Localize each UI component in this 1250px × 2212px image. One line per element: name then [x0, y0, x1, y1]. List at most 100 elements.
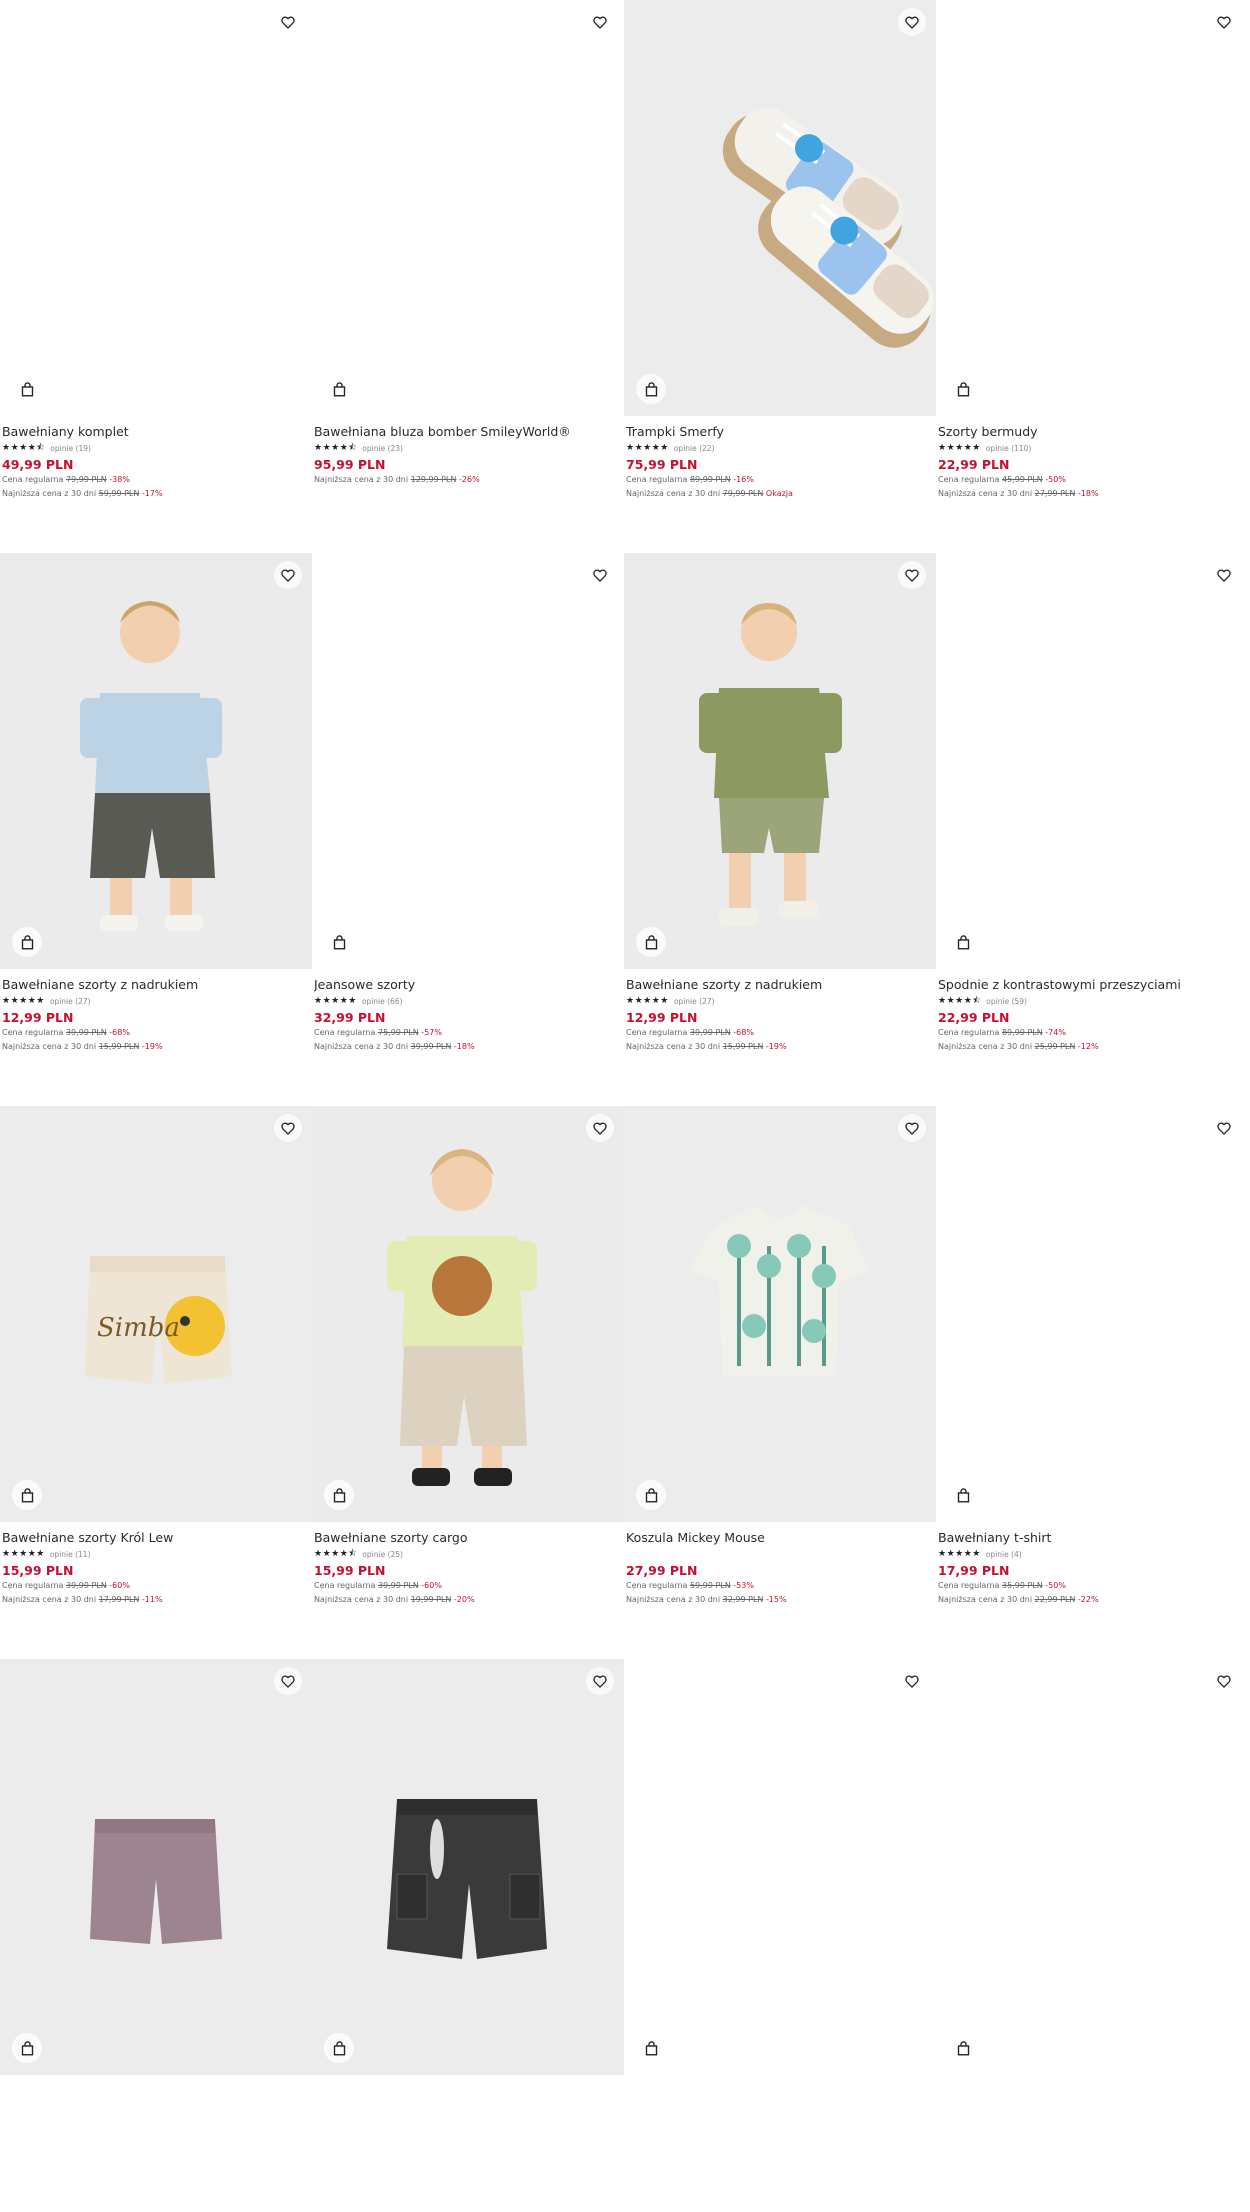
regular-price-line: Cena regularna 45,99 PLN -50% [938, 473, 1243, 487]
product-card[interactable]: Simba Bawełniane szorty Król Lew ★★★★★ o… [0, 1106, 312, 1659]
wishlist-button[interactable] [274, 1667, 302, 1695]
wishlist-button[interactable] [898, 1667, 926, 1695]
opinions-count[interactable]: opinie (19) [50, 444, 91, 453]
product-card[interactable]: Bawełniane szorty z nadrukiem ★★★★★ opin… [624, 553, 936, 1106]
product-info: Koszula Mickey Mouse 27,99 PLN Cena regu… [626, 1530, 931, 1607]
product-image[interactable] [936, 1106, 1248, 1522]
product-name[interactable]: Bawełniane szorty cargo [314, 1530, 619, 1546]
wishlist-button[interactable] [898, 1114, 926, 1142]
add-to-cart-button[interactable] [948, 2033, 978, 2063]
product-image[interactable] [312, 1106, 624, 1522]
product-card[interactable] [312, 1659, 624, 2212]
product-card[interactable] [936, 1659, 1248, 2212]
add-to-cart-button[interactable] [636, 1480, 666, 1510]
product-image[interactable] [0, 553, 312, 969]
add-to-cart-button[interactable] [324, 2033, 354, 2063]
product-name[interactable]: Bawełniane szorty z nadrukiem [2, 977, 307, 993]
opinions-count[interactable]: opinie (59) [986, 997, 1027, 1006]
product-name[interactable]: Szorty bermudy [938, 424, 1243, 440]
product-card[interactable] [0, 1659, 312, 2212]
product-image[interactable]: Simba [0, 1106, 312, 1522]
product-image[interactable] [0, 0, 312, 416]
product-name[interactable]: Spodnie z kontrastowymi przeszyciami [938, 977, 1243, 993]
product-card[interactable]: Bawełniane szorty cargo ★★★★⯪ opinie (25… [312, 1106, 624, 1659]
add-to-cart-button[interactable] [12, 1480, 42, 1510]
product-card[interactable]: Spodnie z kontrastowymi przeszyciami ★★★… [936, 553, 1248, 1106]
product-image[interactable] [936, 0, 1248, 416]
product-card[interactable]: Szorty bermudy ★★★★★ opinie (110) 22,99 … [936, 0, 1248, 553]
add-to-cart-button[interactable] [636, 927, 666, 957]
opinions-count[interactable]: opinie (27) [674, 997, 715, 1006]
opinions-count[interactable]: opinie (25) [362, 1550, 403, 1559]
product-image[interactable] [312, 0, 624, 416]
shopping-bag-icon [645, 381, 657, 396]
wishlist-button[interactable] [274, 1114, 302, 1142]
product-card[interactable] [624, 1659, 936, 2212]
product-card[interactable]: Koszula Mickey Mouse 27,99 PLN Cena regu… [624, 1106, 936, 1659]
add-to-cart-button[interactable] [12, 927, 42, 957]
product-image[interactable] [0, 1659, 312, 2075]
product-card[interactable]: Bawełniane szorty z nadrukiem ★★★★★ opin… [0, 553, 312, 1106]
opinions-count[interactable]: opinie (110) [986, 444, 1031, 453]
lowest-price-line: Najniższa cena z 30 dni 79,99 PLN Okazja [626, 487, 931, 501]
wishlist-button[interactable] [1210, 1667, 1238, 1695]
product-card[interactable]: Trampki Smerfy ★★★★★ opinie (22) 75,99 P… [624, 0, 936, 553]
add-to-cart-button[interactable] [324, 927, 354, 957]
add-to-cart-button[interactable] [948, 1480, 978, 1510]
wishlist-button[interactable] [274, 561, 302, 589]
wishlist-button[interactable] [274, 8, 302, 36]
product-name[interactable]: Bawełniana bluza bomber SmileyWorld® [314, 424, 619, 440]
wishlist-button[interactable] [898, 561, 926, 589]
opinions-count[interactable]: opinie (22) [674, 444, 715, 453]
shopping-bag-icon [333, 2040, 345, 2055]
rating-stars: ★★★★★ [314, 996, 357, 1006]
wishlist-button[interactable] [1210, 561, 1238, 589]
lowest-discount: -17% [141, 489, 163, 498]
add-to-cart-button[interactable] [324, 374, 354, 404]
add-to-cart-button[interactable] [636, 2033, 666, 2063]
product-name[interactable]: Koszula Mickey Mouse [626, 1530, 931, 1546]
product-image[interactable] [312, 553, 624, 969]
product-name[interactable]: Bawełniany t-shirt [938, 1530, 1243, 1546]
opinions-count[interactable]: opinie (66) [362, 997, 403, 1006]
add-to-cart-button[interactable] [12, 2033, 42, 2063]
product-image[interactable] [624, 1659, 936, 2075]
product-card[interactable]: Bawełniany t-shirt ★★★★★ opinie (4) 17,9… [936, 1106, 1248, 1659]
opinions-count[interactable]: opinie (27) [50, 997, 91, 1006]
opinions-count[interactable]: opinie (11) [50, 1550, 91, 1559]
add-to-cart-button[interactable] [12, 374, 42, 404]
product-name[interactable]: Trampki Smerfy [626, 424, 931, 440]
lowest-price-label: Najniższa cena z 30 dni [938, 1042, 1033, 1051]
product-photo: Simba [0, 1106, 312, 1522]
product-image[interactable] [624, 1106, 936, 1522]
add-to-cart-button[interactable] [948, 927, 978, 957]
product-name[interactable]: Bawełniane szorty Król Lew [2, 1530, 307, 1546]
wishlist-button[interactable] [586, 1667, 614, 1695]
product-card[interactable]: Bawełniany komplet ★★★★⯪ opinie (19) 49,… [0, 0, 312, 553]
wishlist-button[interactable] [1210, 1114, 1238, 1142]
product-name[interactable]: Jeansowe szorty [314, 977, 619, 993]
product-image[interactable] [624, 553, 936, 969]
add-to-cart-button[interactable] [324, 1480, 354, 1510]
wishlist-button[interactable] [586, 8, 614, 36]
product-image[interactable] [936, 1659, 1248, 2075]
product-image[interactable] [624, 0, 936, 416]
opinions-count[interactable]: opinie (23) [362, 444, 403, 453]
wishlist-button[interactable] [586, 561, 614, 589]
product-card[interactable]: Bawełniana bluza bomber SmileyWorld® ★★★… [312, 0, 624, 553]
add-to-cart-button[interactable] [636, 374, 666, 404]
shopping-bag-icon [645, 2040, 657, 2055]
lowest-price-line: Najniższa cena z 30 dni 15,99 PLN -19% [2, 1040, 307, 1054]
product-rating: ★★★★★ opinie (66) [314, 994, 619, 1008]
product-card[interactable]: Jeansowe szorty ★★★★★ opinie (66) 32,99 … [312, 553, 624, 1106]
wishlist-button[interactable] [586, 1114, 614, 1142]
lowest-price-line: Najniższa cena z 30 dni 25,99 PLN -12% [938, 1040, 1243, 1054]
opinions-count[interactable]: opinie (4) [986, 1550, 1022, 1559]
product-image[interactable] [936, 553, 1248, 969]
product-name[interactable]: Bawełniany komplet [2, 424, 307, 440]
product-image[interactable] [312, 1659, 624, 2075]
wishlist-button[interactable] [1210, 8, 1238, 36]
product-name[interactable]: Bawełniane szorty z nadrukiem [626, 977, 931, 993]
wishlist-button[interactable] [898, 8, 926, 36]
add-to-cart-button[interactable] [948, 374, 978, 404]
